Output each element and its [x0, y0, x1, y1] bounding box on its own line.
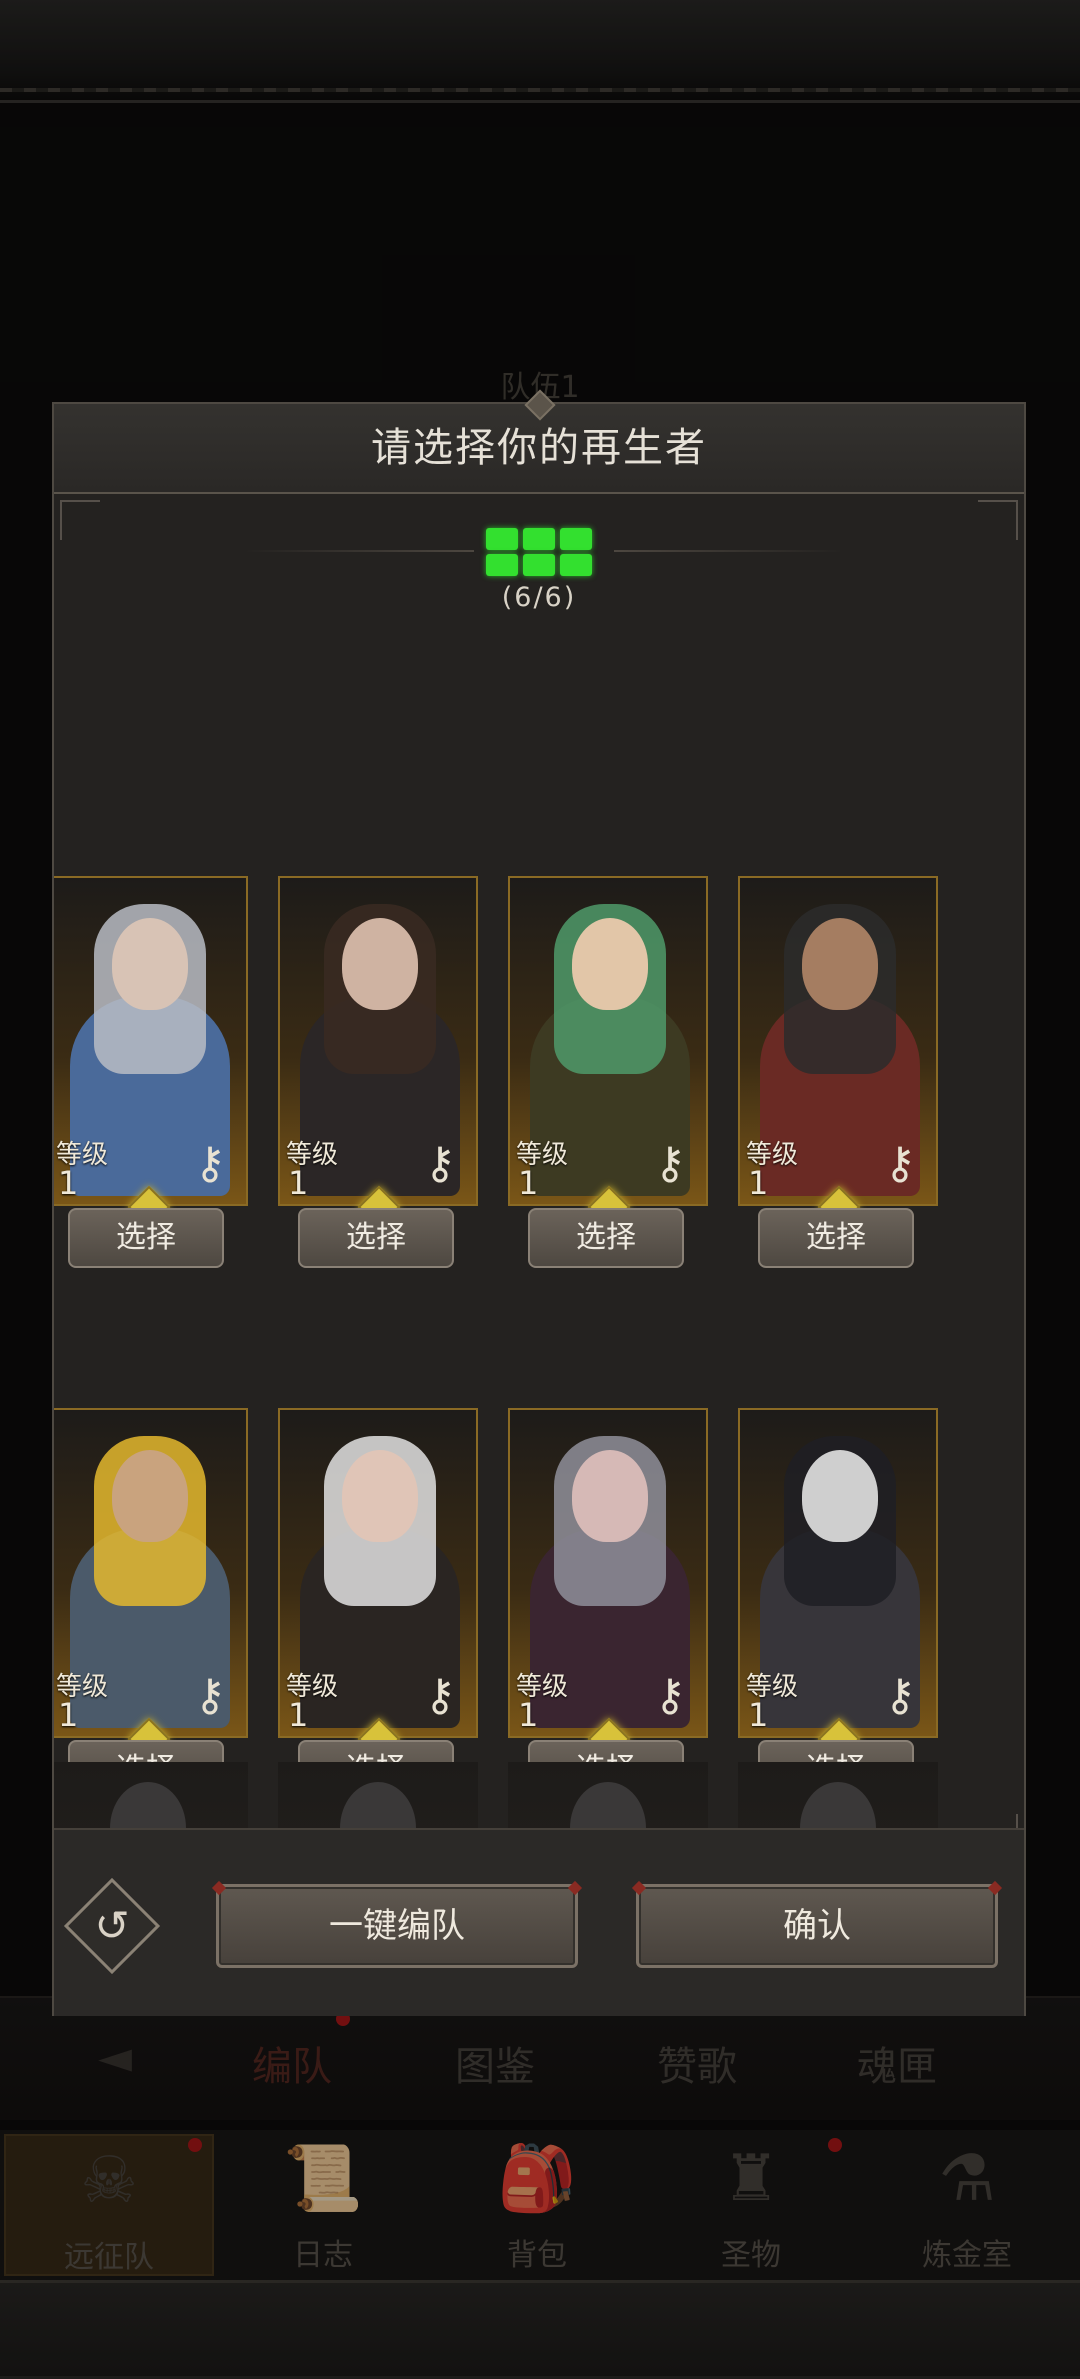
- team-slot: [486, 554, 518, 576]
- hero-card-partial[interactable]: [738, 1762, 938, 1828]
- team-slot: [486, 528, 518, 550]
- hero-card[interactable]: 等级 1 ⚷ 选择: [54, 876, 248, 1268]
- hero-face: [800, 1782, 876, 1828]
- hero-face: [340, 1782, 416, 1828]
- hero-portrait[interactable]: 等级 1 ⚷: [54, 876, 248, 1206]
- hero-portrait[interactable]: [508, 1762, 708, 1828]
- hero-face: [342, 1450, 418, 1542]
- key-icon[interactable]: ⚷: [642, 1668, 698, 1724]
- hero-face: [802, 1450, 878, 1542]
- hero-portrait[interactable]: 等级 1 ⚷: [508, 1408, 708, 1738]
- hero-portrait[interactable]: 等级 1 ⚷: [278, 876, 478, 1206]
- hero-card[interactable]: 等级 1 ⚷ 选择: [508, 1408, 708, 1800]
- select-button[interactable]: 选择: [68, 1208, 224, 1268]
- confirm-button[interactable]: 确认: [636, 1884, 998, 1968]
- hero-card[interactable]: 等级 1 ⚷ 选择: [508, 876, 708, 1268]
- hero-card[interactable]: 等级 1 ⚷ 选择: [54, 1408, 248, 1800]
- team-slot: [560, 554, 592, 576]
- level-value: 1: [288, 1164, 309, 1202]
- hero-face: [572, 1450, 648, 1542]
- team-slot: [523, 528, 555, 550]
- hero-card[interactable]: 等级 1 ⚷ 选择: [738, 1408, 938, 1800]
- selection-count: (6/6): [501, 582, 577, 613]
- hero-card[interactable]: 等级 1 ⚷ 选择: [278, 876, 478, 1268]
- hero-grid[interactable]: 等级 1 ⚷ 选择 等级 1 ⚷ 选择 等级 1 ⚷ 选择 等级 1 ⚷ 选择 …: [54, 654, 1024, 1828]
- hero-face: [112, 918, 188, 1010]
- level-value: 1: [58, 1164, 79, 1202]
- level-value: 1: [518, 1696, 539, 1734]
- divider: [614, 550, 844, 552]
- key-icon[interactable]: ⚷: [412, 1668, 468, 1724]
- key-icon[interactable]: ⚷: [872, 1136, 928, 1192]
- level-value: 1: [288, 1696, 309, 1734]
- hero-portrait[interactable]: 等级 1 ⚷: [508, 876, 708, 1206]
- level-value: 1: [748, 1164, 769, 1202]
- hero-card-partial[interactable]: [508, 1762, 708, 1828]
- hero-card-partial[interactable]: [278, 1762, 478, 1828]
- key-icon[interactable]: ⚷: [182, 1668, 238, 1724]
- select-button[interactable]: 选择: [758, 1208, 914, 1268]
- level-value: 1: [58, 1696, 79, 1734]
- hero-portrait[interactable]: [54, 1762, 248, 1828]
- hero-face: [572, 918, 648, 1010]
- level-value: 1: [748, 1696, 769, 1734]
- select-button[interactable]: 选择: [528, 1208, 684, 1268]
- team-slot: [523, 554, 555, 576]
- hero-portrait[interactable]: 等级 1 ⚷: [738, 1408, 938, 1738]
- dialog-footer: ↺ 一键编队 确认: [54, 1828, 1024, 2016]
- hero-face: [112, 1450, 188, 1542]
- key-icon[interactable]: ⚷: [412, 1136, 468, 1192]
- team-slots-indicator: [486, 528, 594, 578]
- hero-portrait[interactable]: [738, 1762, 938, 1828]
- team-slot: [560, 528, 592, 550]
- hero-portrait[interactable]: 等级 1 ⚷: [54, 1408, 248, 1738]
- hero-card[interactable]: 等级 1 ⚷ 选择: [278, 1408, 478, 1800]
- hero-face: [342, 918, 418, 1010]
- undo-icon[interactable]: ↺: [78, 1892, 146, 1960]
- hero-face: [110, 1782, 186, 1828]
- key-icon[interactable]: ⚷: [872, 1668, 928, 1724]
- corner-ornament: [978, 500, 1018, 540]
- divider: [244, 550, 474, 552]
- corner-ornament: [60, 500, 100, 540]
- hero-card-partial[interactable]: [54, 1762, 248, 1828]
- level-value: 1: [518, 1164, 539, 1202]
- hero-portrait[interactable]: 等级 1 ⚷: [738, 876, 938, 1206]
- hero-face: [570, 1782, 646, 1828]
- hero-portrait[interactable]: 等级 1 ⚷: [278, 1408, 478, 1738]
- hero-card[interactable]: 等级 1 ⚷ 选择: [738, 876, 938, 1268]
- key-icon[interactable]: ⚷: [642, 1136, 698, 1192]
- hero-face: [802, 918, 878, 1010]
- select-button[interactable]: 选择: [298, 1208, 454, 1268]
- key-icon[interactable]: ⚷: [182, 1136, 238, 1192]
- auto-team-button[interactable]: 一键编队: [216, 1884, 578, 1968]
- hero-portrait[interactable]: [278, 1762, 478, 1828]
- hero-select-dialog: 请选择你的再生者 (6/6) 等级 1 ⚷ 选择 等级 1 ⚷ 选择 等级 1 …: [52, 389, 1026, 2016]
